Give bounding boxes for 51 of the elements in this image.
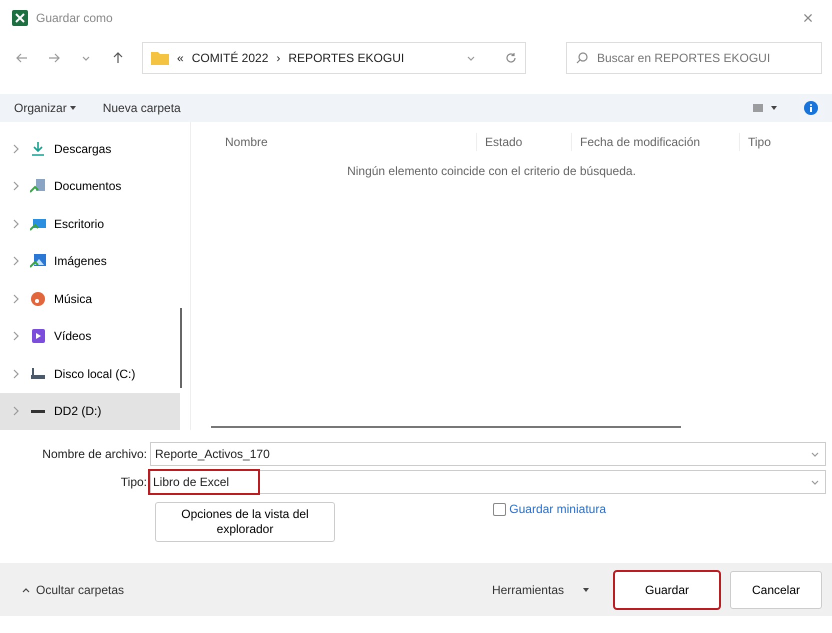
- window-title: Guardar como: [36, 10, 113, 27]
- close-button[interactable]: ×: [796, 4, 820, 32]
- cancel-button[interactable]: Cancelar: [730, 570, 822, 608]
- help-icon: [804, 101, 818, 115]
- scrollbar-thumb[interactable]: [180, 308, 182, 388]
- up-arrow-icon[interactable]: [112, 52, 124, 64]
- sidebar-item[interactable]: Documentos: [0, 168, 180, 205]
- hide-folders-button[interactable]: Ocultar carpetas: [20, 580, 124, 598]
- sidebar-item[interactable]: Imágenes: [0, 242, 180, 280]
- breadcrumb[interactable]: COMITÉ 2022: [192, 49, 268, 67]
- tools-menu[interactable]: Herramientas: [492, 580, 592, 598]
- sidebar-item[interactable]: Descargas: [0, 130, 180, 168]
- file-name-field[interactable]: Reporte_Activos_170: [150, 442, 826, 466]
- drive-icon: [30, 366, 46, 382]
- file-type-dropdown[interactable]: Libro de Excel: [150, 470, 826, 494]
- search-field[interactable]: Buscar en REPORTES EKOGUI: [566, 42, 822, 74]
- address-bar[interactable]: « COMITÉ 2022 › REPORTES EKOGUI: [142, 42, 526, 74]
- back-icon[interactable]: [16, 52, 28, 64]
- view-menu[interactable]: [752, 102, 780, 114]
- organize-menu[interactable]: Organizar: [14, 99, 79, 117]
- column-header[interactable]: Estado: [476, 133, 571, 151]
- save-button[interactable]: Guardar: [614, 570, 720, 608]
- breadcrumb[interactable]: REPORTES EKOGUI: [288, 49, 404, 67]
- sidebar-item[interactable]: Disco local (C:): [0, 355, 180, 392]
- column-header[interactable]: Tipo: [739, 133, 789, 151]
- sidebar-item[interactable]: Escritorio: [0, 205, 180, 242]
- explorer-options-button[interactable]: Opciones de la vista del explorador: [155, 502, 335, 542]
- thumbnail-checkbox[interactable]: Guardar miniatura: [493, 500, 606, 518]
- forward-icon[interactable]: [48, 52, 60, 64]
- new-folder-button[interactable]: Nueva carpeta: [102, 99, 181, 117]
- file-name-label: Nombre de archivo:: [41, 446, 148, 463]
- list-view-icon: [752, 102, 764, 114]
- pictures-icon: [30, 253, 46, 270]
- column-header[interactable]: Fecha de modificación: [571, 133, 739, 151]
- file-type-label: Tipo:: [120, 474, 148, 491]
- sidebar-item[interactable]: Música: [0, 280, 180, 318]
- overflow-chevron[interactable]: «: [177, 49, 184, 67]
- empty-message: Ningún elemento coincide con el criterio de búsqueda.: [346, 163, 637, 180]
- folder-icon: [151, 51, 169, 65]
- scrollbar-thumb[interactable]: [211, 426, 681, 428]
- sidebar-item[interactable]: DD2 (D:): [0, 392, 180, 430]
- download-icon: [30, 140, 46, 157]
- spreadsheet-icon: [12, 10, 28, 26]
- breadcrumb-separator: ›: [276, 50, 280, 67]
- video-icon: [30, 328, 46, 344]
- music-icon: [30, 290, 46, 307]
- documents-icon: [30, 178, 46, 194]
- column-header[interactable]: Nombre: [191, 133, 476, 151]
- refresh-icon: [505, 52, 517, 64]
- drive-icon: [30, 410, 46, 413]
- sidebar-item[interactable]: Vídeos: [0, 318, 180, 355]
